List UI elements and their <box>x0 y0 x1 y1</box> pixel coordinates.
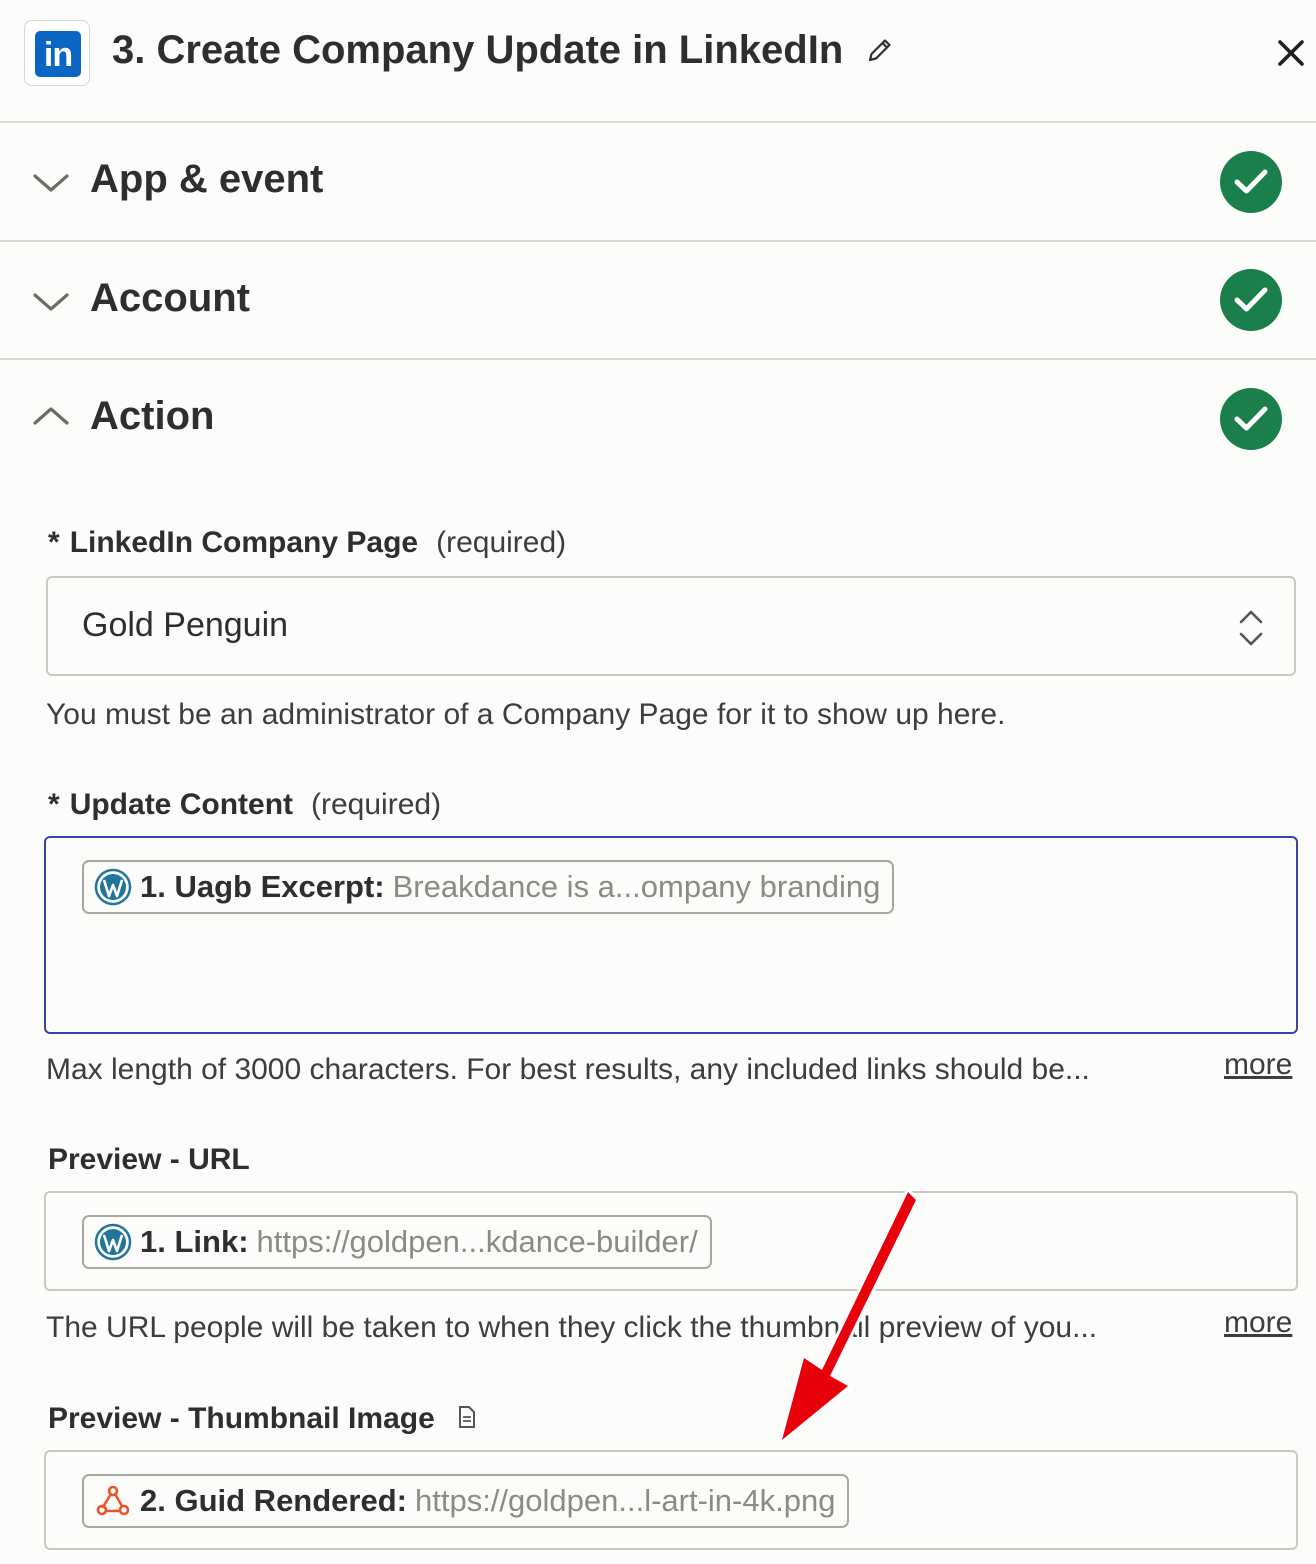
pill-value: https://goldpen...kdance-builder/ <box>256 1224 698 1259</box>
section-app-event[interactable]: App & event <box>0 123 1316 239</box>
step-header: in 3. Create Company Update in LinkedIn <box>0 0 1316 122</box>
company-page-label-text: LinkedIn Company Page <box>69 526 419 559</box>
preview-thumbnail-input[interactable]: 2. Guid Rendered: https://goldpen...l-ar… <box>44 1450 1298 1550</box>
mapped-field-pill[interactable]: 1. Link: https://goldpen...kdance-builde… <box>82 1215 712 1269</box>
preview-thumbnail-label-text: Preview - Thumbnail Image <box>48 1402 435 1435</box>
document-icon <box>459 1406 476 1428</box>
section-label: Account <box>90 276 250 320</box>
pencil-edit-icon[interactable] <box>866 36 894 64</box>
pill-value: Breakdance is a...ompany branding <box>392 869 881 904</box>
preview-url-label: Preview - URL <box>48 1143 250 1176</box>
wordpress-icon <box>94 1223 132 1261</box>
more-link[interactable]: more <box>1224 1306 1292 1340</box>
chevron-up-icon <box>33 407 69 425</box>
update-content-label: * Update Content (required) <box>48 788 441 822</box>
required-note: (required) <box>436 526 567 559</box>
select-updown-icon <box>1239 610 1263 646</box>
pill-key: 1. Uagb Excerpt: <box>140 869 385 904</box>
annotation-arrow <box>779 1189 919 1443</box>
chevron-down-icon <box>33 174 69 192</box>
company-page-help: You must be an administrator of a Compan… <box>46 698 1006 731</box>
chevron-down-icon <box>33 293 69 311</box>
preview-thumbnail-label: Preview - Thumbnail Image <box>48 1402 477 1436</box>
company-page-selected-value: Gold Penguin <box>82 606 289 644</box>
mapped-field-pill[interactable]: 1. Uagb Excerpt: Breakdance is a...ompan… <box>82 860 895 914</box>
company-page-label: * LinkedIn Company Page (required) <box>48 526 566 560</box>
linkedin-app-icon: in <box>24 20 90 86</box>
complete-check-icon <box>1220 151 1282 213</box>
update-content-input[interactable]: 1. Uagb Excerpt: Breakdance is a...ompan… <box>44 836 1298 1034</box>
update-content-label-text: Update Content <box>69 788 294 821</box>
webhook-icon <box>96 1485 130 1516</box>
complete-check-icon <box>1220 269 1282 331</box>
pill-key: 2. Guid Rendered: <box>140 1483 407 1518</box>
required-star: * <box>48 788 60 821</box>
section-label: Action <box>90 394 215 438</box>
pill-value: https://goldpen...l-art-in-4k.png <box>414 1483 836 1518</box>
complete-check-icon <box>1220 388 1282 450</box>
step-title: 3. Create Company Update in LinkedIn <box>112 28 844 72</box>
section-action[interactable]: Action <box>0 360 1316 476</box>
linkedin-logo-mark: in <box>35 31 81 77</box>
update-content-help: Max length of 3000 characters. For best … <box>46 1053 1090 1086</box>
mapped-field-pill[interactable]: 2. Guid Rendered: https://goldpen...l-ar… <box>82 1474 850 1528</box>
required-star: * <box>48 526 60 559</box>
more-link[interactable]: more <box>1224 1048 1292 1082</box>
pill-key: 1. Link: <box>140 1224 249 1259</box>
required-note: (required) <box>311 788 442 821</box>
preview-url-input[interactable]: 1. Link: https://goldpen...kdance-builde… <box>44 1191 1298 1291</box>
wordpress-icon <box>94 868 132 906</box>
close-icon[interactable] <box>1274 36 1308 70</box>
section-account[interactable]: Account <box>0 242 1316 358</box>
section-label: App & event <box>90 157 324 201</box>
company-page-select[interactable]: Gold Penguin <box>46 576 1296 676</box>
